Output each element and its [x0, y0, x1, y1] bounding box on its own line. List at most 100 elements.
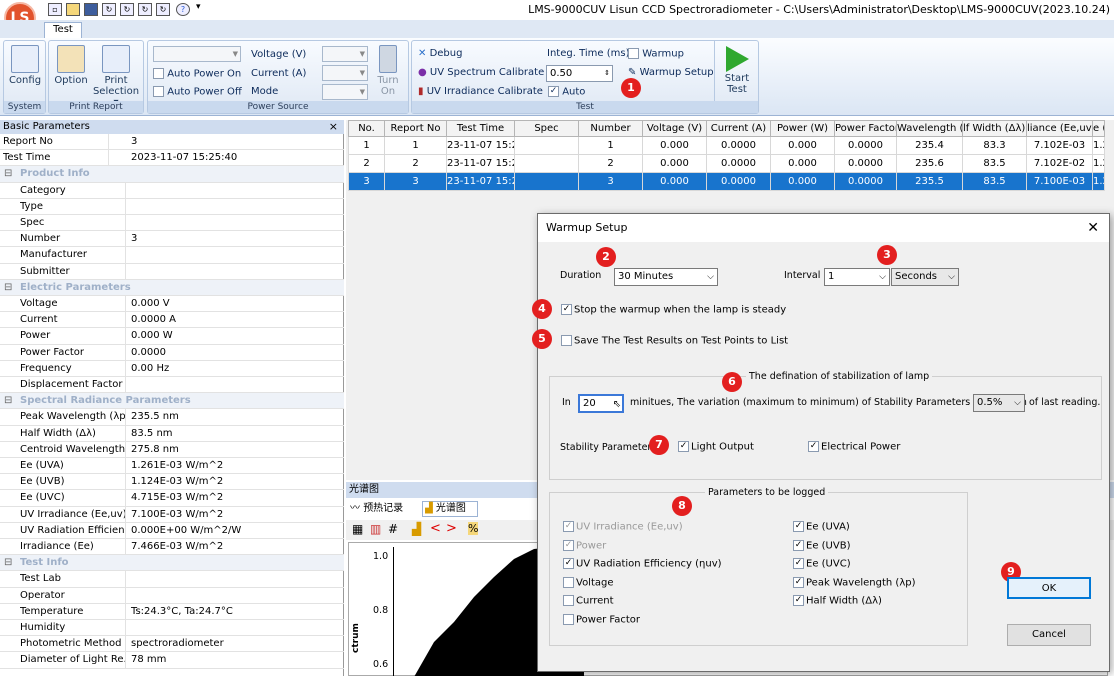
column-header[interactable]: Number — [578, 120, 643, 137]
category-row[interactable]: ⊟ Product Info — [0, 166, 344, 183]
save-icon[interactable] — [84, 3, 98, 16]
interval-unit-select[interactable]: Seconds ⌵ — [891, 268, 959, 286]
turn-on-button[interactable]: Turn On — [372, 45, 404, 97]
column-header[interactable]: lf Width (Δλ) (r — [962, 120, 1027, 137]
property-row[interactable]: Diameter of Light Re... 78 mm — [0, 652, 344, 669]
checkbox[interactable]: ✓ — [563, 521, 574, 532]
property-value[interactable]: spectroradiometer — [131, 636, 224, 651]
arrow-right-icon[interactable]: > — [446, 521, 457, 536]
new-file-icon[interactable]: ▫ — [48, 3, 62, 16]
table-icon[interactable]: ▦ — [352, 522, 363, 536]
refresh-icon-1[interactable]: ↻ — [102, 3, 116, 16]
column-header[interactable]: Voltage (V) — [642, 120, 707, 137]
dialog-close-icon[interactable]: ✕ — [1087, 214, 1099, 242]
category-row[interactable]: ⊟ Test Info — [0, 555, 344, 572]
property-value[interactable]: 275.8 nm — [131, 442, 179, 457]
percent-select[interactable]: 0.5% ⌵ — [973, 394, 1025, 412]
help-icon[interactable]: ? — [176, 3, 190, 16]
logged-param-check[interactable]: ✓ Ee (UVC) — [793, 558, 851, 570]
interval-select[interactable]: 1 ⌵ — [824, 268, 890, 286]
collapse-icon[interactable]: ⊟ — [4, 280, 12, 295]
tab-spectrum[interactable]: ▟ 光谱图 — [422, 501, 478, 517]
tab-test[interactable]: Test — [44, 22, 82, 38]
checkbox[interactable]: ✓ — [793, 595, 804, 607]
minutes-input[interactable]: 20 ⇖ — [578, 394, 624, 413]
property-value[interactable]: 7.466E-03 W/m^2 — [131, 539, 223, 554]
logged-param-check[interactable]: ✓ Power — [563, 539, 606, 551]
property-row[interactable]: Humidity — [0, 620, 344, 637]
property-row[interactable]: Irradiance (Ee) 7.466E-03 W/m^2 — [0, 539, 344, 556]
duration-select[interactable]: 30 Minutes ⌵ — [614, 268, 718, 286]
checkbox[interactable] — [563, 576, 574, 588]
property-row[interactable]: Ee (UVB) 1.124E-03 W/m^2 — [0, 474, 344, 491]
property-row[interactable]: Manufacturer — [0, 247, 344, 264]
property-row[interactable]: Current 0.0000 A — [0, 312, 344, 329]
checkbox[interactable]: ✓ — [793, 539, 804, 551]
property-row[interactable]: Half Width (Δλ) 83.5 nm — [0, 425, 344, 442]
property-row[interactable]: Photometric Method spectroradiometer — [0, 636, 344, 653]
checkbox[interactable]: ✓ — [793, 576, 804, 588]
property-row[interactable]: UV Radiation Efficien... 0.000E+00 W/m^2/… — [0, 522, 344, 539]
column-header[interactable]: Wavelength (λp — [896, 120, 963, 137]
logged-param-check[interactable]: ✓ UV Radiation Efficiency (ηuv) — [563, 558, 722, 570]
property-value[interactable]: 0.000 V — [131, 296, 170, 311]
collapse-icon[interactable]: ⊟ — [4, 166, 12, 181]
config-button[interactable]: Config — [8, 45, 42, 86]
color-bar-icon[interactable]: ▥ — [370, 522, 381, 536]
property-row[interactable]: Peak Wavelength (λp) 235.5 nm — [0, 409, 344, 426]
voltage-input[interactable]: ▼ — [322, 46, 368, 62]
property-row[interactable]: Temperature Ts:24.3°C, Ta:24.7°C — [0, 603, 344, 620]
property-row[interactable]: Ee (UVC) 4.715E-03 W/m^2 — [0, 490, 344, 507]
property-row[interactable]: Frequency 0.00 Hz — [0, 360, 344, 377]
percent-icon[interactable]: % — [468, 522, 479, 535]
power-source-select[interactable]: ▼ — [153, 46, 241, 62]
close-icon[interactable]: × — [329, 120, 338, 134]
property-row[interactable]: Submitter — [0, 263, 344, 280]
save-results-check[interactable]: Save The Test Results on Test Points to … — [561, 335, 788, 347]
spinner-icon[interactable]: ⇕ — [604, 66, 610, 81]
option-button[interactable]: Option — [53, 45, 89, 86]
uv-irradiance-calibrate-button[interactable]: ▮ UV Irradiance Calibrate — [418, 86, 543, 97]
integ-time-input[interactable]: 0.50 ⇕ — [546, 65, 613, 82]
category-row[interactable]: ⊟ Electric Parameters — [0, 279, 344, 296]
logged-param-check[interactable]: ✓ Ee (UVB) — [793, 539, 850, 551]
checkbox[interactable]: ✓ — [563, 539, 574, 551]
logged-param-check[interactable]: Voltage — [563, 576, 614, 588]
property-row[interactable]: Number 3 — [0, 231, 344, 248]
property-row[interactable]: Operator — [0, 587, 344, 604]
property-value[interactable]: 3 — [131, 231, 137, 246]
auto-power-on-check[interactable]: Auto Power On — [153, 68, 241, 80]
quick-access-dropdown-icon[interactable]: ▾ — [196, 2, 201, 12]
table-row[interactable]: 2223-11-07 15:2520.0000.00000.0000.00002… — [348, 154, 1105, 173]
auto-check[interactable]: ✓ Auto — [548, 86, 585, 98]
collapse-icon[interactable]: ⊟ — [4, 555, 12, 570]
property-row[interactable]: Displacement Factor — [0, 377, 344, 394]
property-value[interactable]: 0.000 W — [131, 328, 173, 343]
property-row[interactable]: Type — [0, 198, 344, 215]
property-value[interactable]: 0.0000 A — [131, 312, 176, 327]
property-value[interactable]: 2023-11-07 15:25:40 — [131, 150, 237, 165]
stop-warmup-check[interactable]: ✓ Stop the warmup when the lamp is steady — [561, 304, 786, 316]
property-value[interactable]: 0.000E+00 W/m^2/W — [131, 523, 241, 538]
column-header[interactable]: Power Factor — [834, 120, 897, 137]
property-value[interactable]: 235.5 nm — [131, 409, 179, 424]
column-header[interactable]: liance (Ee,uv) ( — [1026, 120, 1093, 137]
column-header[interactable]: No. — [348, 120, 385, 137]
checkbox[interactable]: ✓ — [793, 521, 804, 532]
property-row[interactable]: Category — [0, 182, 344, 199]
mode-select[interactable]: ▼ — [322, 84, 368, 100]
checkbox[interactable] — [563, 595, 574, 607]
property-value[interactable]: 7.100E-03 W/m^2 — [131, 507, 223, 522]
cancel-button[interactable]: Cancel — [1007, 624, 1091, 646]
logged-param-check[interactable]: ✓ Peak Wavelength (λp) — [793, 576, 916, 588]
property-row[interactable]: Voltage 0.000 V — [0, 296, 344, 313]
print-selection-button[interactable]: Print Selection ▾ — [91, 45, 141, 108]
property-row[interactable]: Report No 3 — [0, 134, 344, 151]
property-row[interactable]: Centroid Wavelength... 275.8 nm — [0, 441, 344, 458]
peak-icon[interactable]: ▟ — [412, 522, 421, 536]
property-row[interactable]: Power Factor 0.0000 — [0, 344, 344, 361]
logged-param-check[interactable]: ✓ Ee (UVA) — [793, 521, 850, 533]
auto-power-off-check[interactable]: Auto Power Off — [153, 86, 242, 98]
ok-button[interactable]: OK — [1007, 577, 1091, 599]
property-value[interactable]: 4.715E-03 W/m^2 — [131, 490, 223, 505]
